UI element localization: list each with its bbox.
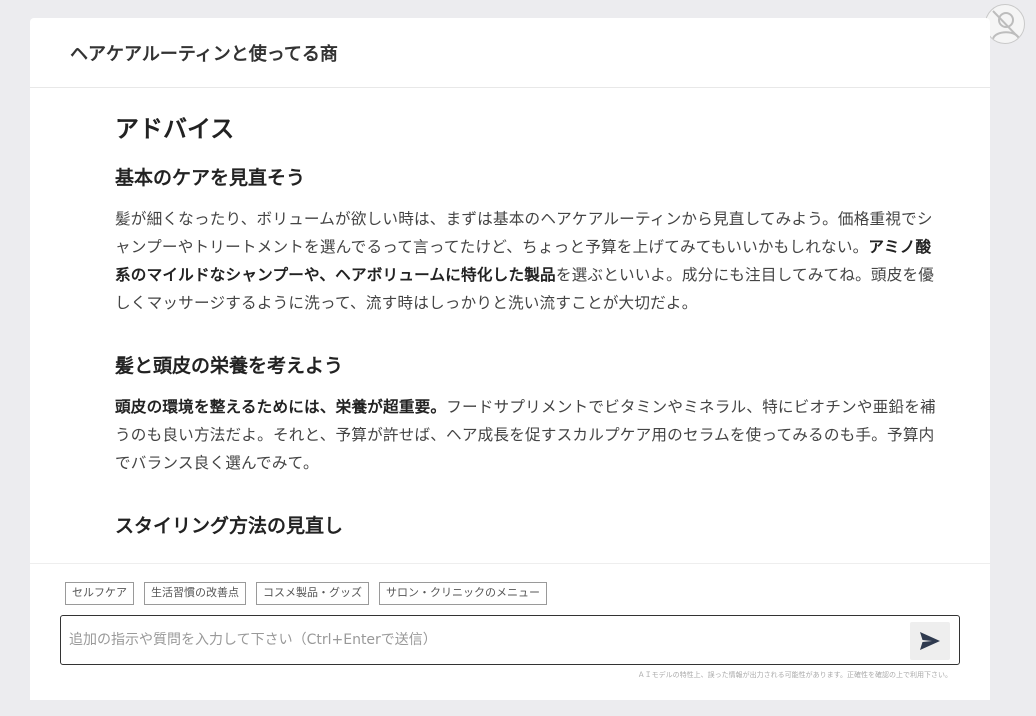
chip-cosmetics[interactable]: コスメ製品・グッズ [256, 582, 369, 605]
user-placeholder-icon [992, 10, 1021, 40]
section-title: 髪と頭皮の栄養を考えよう [115, 355, 344, 377]
ai-disclaimer: ＡＩモデルの特性上、誤った情報が出力される可能性があります。正確性を確認の上で利… [637, 671, 952, 679]
section-emphasis: 頭皮の環境を整えるためには、栄養が超重要。 [115, 398, 447, 416]
chip-salon-menu[interactable]: サロン・クリニックのメニュー [379, 582, 547, 605]
advice-content: アドバイス 基本のケアを見直そう 髪が細くなったり、ボリュームが欲しい時は、まず… [30, 89, 990, 563]
suggestion-chips: セルフケア 生活習慣の改善点 コスメ製品・グッズ サロン・クリニックのメニュー [65, 582, 547, 605]
send-button[interactable] [910, 622, 950, 660]
chat-panel: ヘアケアルーティンと使ってる商 アドバイス 基本のケアを見直そう 髪が細くなった… [30, 18, 990, 700]
user-avatar[interactable] [985, 4, 1025, 44]
section-body: 頭皮の環境を整えるためには、栄養が超重要。フードサプリメントでビタミンやミネラル… [115, 393, 942, 477]
message-input-box [60, 615, 960, 665]
advice-heading: アドバイス [115, 115, 235, 143]
section-body: 髪が細くなったり、ボリュームが欲しい時は、まずは基本のヘアケアルーティンから見直… [115, 205, 942, 317]
send-icon [920, 632, 940, 650]
panel-header: ヘアケアルーティンと使ってる商 [30, 18, 990, 88]
section-title: スタイリング方法の見直し [115, 515, 344, 537]
page-title: ヘアケアルーティンと使ってる商 [70, 43, 338, 65]
chip-lifestyle[interactable]: 生活習慣の改善点 [144, 582, 246, 605]
message-input[interactable] [69, 616, 899, 664]
section-text: 髪が細くなったり、ボリュームが欲しい時は、まずは基本のヘアケアルーティンから見直… [115, 210, 933, 256]
chip-self-care[interactable]: セルフケア [65, 582, 134, 605]
composer-area: セルフケア 生活習慣の改善点 コスメ製品・グッズ サロン・クリニックのメニュー … [30, 563, 990, 700]
section-title: 基本のケアを見直そう [115, 167, 306, 189]
